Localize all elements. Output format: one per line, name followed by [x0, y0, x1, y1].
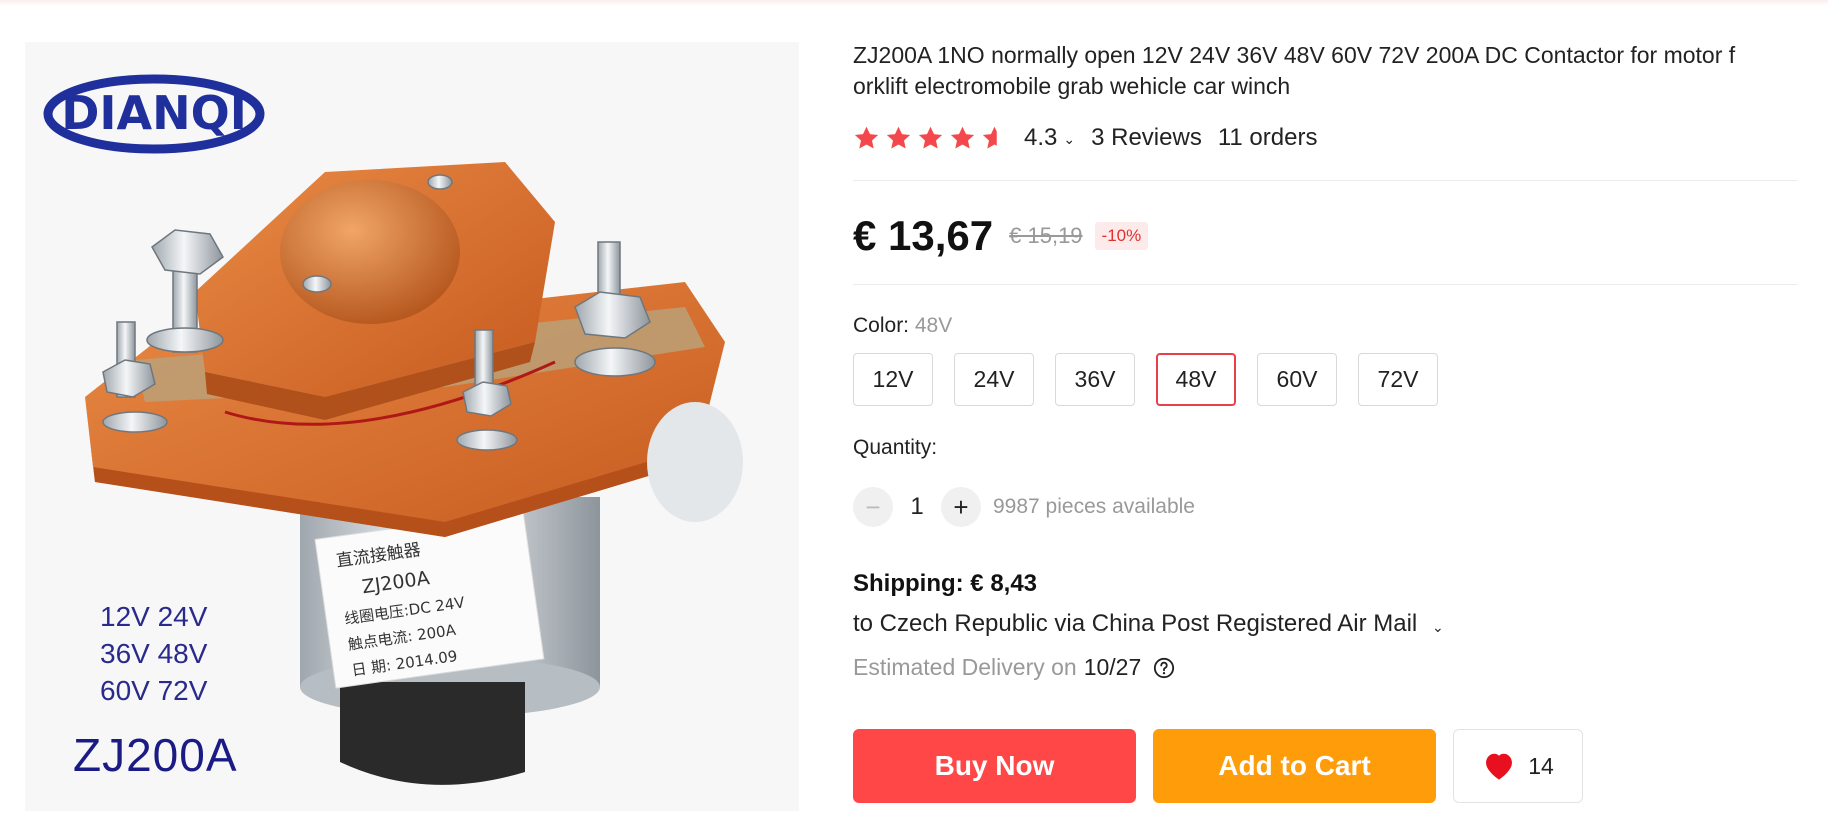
current-price: € 13,67 — [853, 212, 994, 259]
brand-logo: DIANQI — [43, 74, 265, 154]
rating-value[interactable]: 4.3 — [1024, 124, 1057, 152]
wishlist-button[interactable]: 14 — [1453, 729, 1583, 803]
rating-row: 4.3 ⌄ 3 Reviews 11 orders — [853, 122, 1317, 154]
divider — [853, 284, 1798, 285]
color-selected-value: 48V — [914, 314, 953, 337]
sku-option-12v[interactable]: 12V — [853, 353, 933, 406]
chevron-down-icon[interactable]: ⌄ — [1432, 619, 1444, 636]
star-icon — [854, 126, 879, 149]
quantity-decrease-button[interactable]: − — [853, 487, 893, 527]
rating-stars — [853, 125, 1008, 152]
original-price: € 15,19 — [1009, 223, 1083, 248]
image-voltage-text: 12V 24V 36V 48V 60V 72V — [100, 598, 207, 709]
estimated-delivery: Estimated Delivery on 10/27 — [853, 654, 1175, 681]
divider — [853, 180, 1798, 181]
price-row: € 13,67 € 15,19 -10% — [853, 212, 1149, 260]
color-label-text: Color: — [853, 314, 910, 337]
product-title: ZJ200A 1NO normally open 12V 24V 36V 48V… — [853, 42, 1736, 99]
svg-text:DIANQI: DIANQI — [61, 86, 247, 140]
image-voltage-line: 12V 24V — [100, 601, 208, 632]
quantity-label: Quantity: — [853, 436, 938, 459]
heart-icon — [1486, 753, 1513, 780]
color-options: 12V 24V 36V 48V 60V 72V — [853, 353, 1438, 406]
star-icon — [950, 126, 975, 149]
color-label: Color: 48V — [853, 314, 952, 338]
star-icon — [918, 126, 943, 149]
star-icon — [886, 126, 911, 149]
quantity-increase-button[interactable]: + — [941, 487, 981, 527]
sku-option-24v[interactable]: 24V — [954, 353, 1034, 406]
discount-badge: -10% — [1094, 222, 1149, 250]
sku-option-72v[interactable]: 72V — [1358, 353, 1438, 406]
wishlist-count: 14 — [1528, 752, 1554, 779]
sku-option-60v[interactable]: 60V — [1257, 353, 1337, 406]
delivery-date: 10/27 — [1083, 654, 1142, 680]
shipping-cost: Shipping: € 8,43 — [853, 570, 1038, 597]
top-divider — [0, 0, 1828, 6]
half-star-icon — [982, 126, 1007, 149]
add-to-cart-button[interactable]: Add to Cart — [1153, 729, 1436, 803]
quantity-stepper: − 1 + 9987 pieces available — [853, 487, 1195, 527]
orders-count: 11 orders — [1217, 124, 1318, 151]
shipping-method-text[interactable]: to Czech Republic via China Post Registe… — [853, 610, 1417, 637]
quantity-input[interactable]: 1 — [893, 493, 941, 521]
image-voltage-line: 36V 48V — [100, 638, 208, 669]
sku-option-48v[interactable]: 48V — [1156, 353, 1236, 406]
product-image[interactable]: DIANQI 直流接触器 ZJ200A 线圈电压:DC 24V 触点电流: 20… — [25, 42, 799, 811]
buy-now-button[interactable]: Buy Now — [853, 729, 1136, 803]
delivery-label: Estimated Delivery on — [853, 654, 1077, 680]
sku-option-36v[interactable]: 36V — [1055, 353, 1135, 406]
chevron-down-icon[interactable]: ⌄ — [1063, 131, 1075, 148]
stock-available: 9987 pieces available — [993, 495, 1195, 518]
image-voltage-line: 60V 72V — [100, 675, 208, 706]
image-model-text: ZJ200A — [73, 729, 238, 781]
reviews-link[interactable]: 3 Reviews — [1091, 124, 1202, 152]
shipping-method[interactable]: to Czech Republic via China Post Registe… — [853, 610, 1460, 638]
help-icon[interactable] — [1153, 657, 1175, 679]
